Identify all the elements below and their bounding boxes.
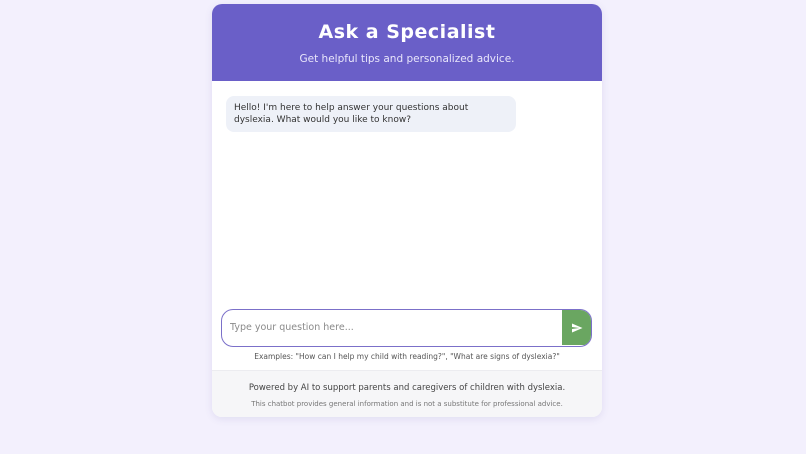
question-input[interactable]	[222, 310, 562, 345]
header: Ask a Specialist Get helpful tips and pe…	[212, 4, 602, 81]
bot-message: Hello! I'm here to help answer your ques…	[226, 96, 516, 132]
powered-by-text: Powered by AI to support parents and car…	[248, 383, 566, 393]
example-questions: Examples: "How can I help my child with …	[254, 352, 560, 361]
chat-card: Ask a Specialist Get helpful tips and pe…	[212, 4, 602, 417]
footer: Powered by AI to support parents and car…	[212, 370, 602, 417]
question-input-row	[221, 309, 592, 347]
chat-area[interactable]: Hello! I'm here to help answer your ques…	[212, 81, 602, 303]
page-subtitle: Get helpful tips and personalized advice…	[299, 53, 515, 65]
send-button[interactable]	[562, 310, 591, 345]
disclaimer-text: This chatbot provides general informatio…	[251, 400, 563, 408]
page-title: Ask a Specialist	[318, 21, 496, 43]
send-icon	[571, 323, 582, 332]
